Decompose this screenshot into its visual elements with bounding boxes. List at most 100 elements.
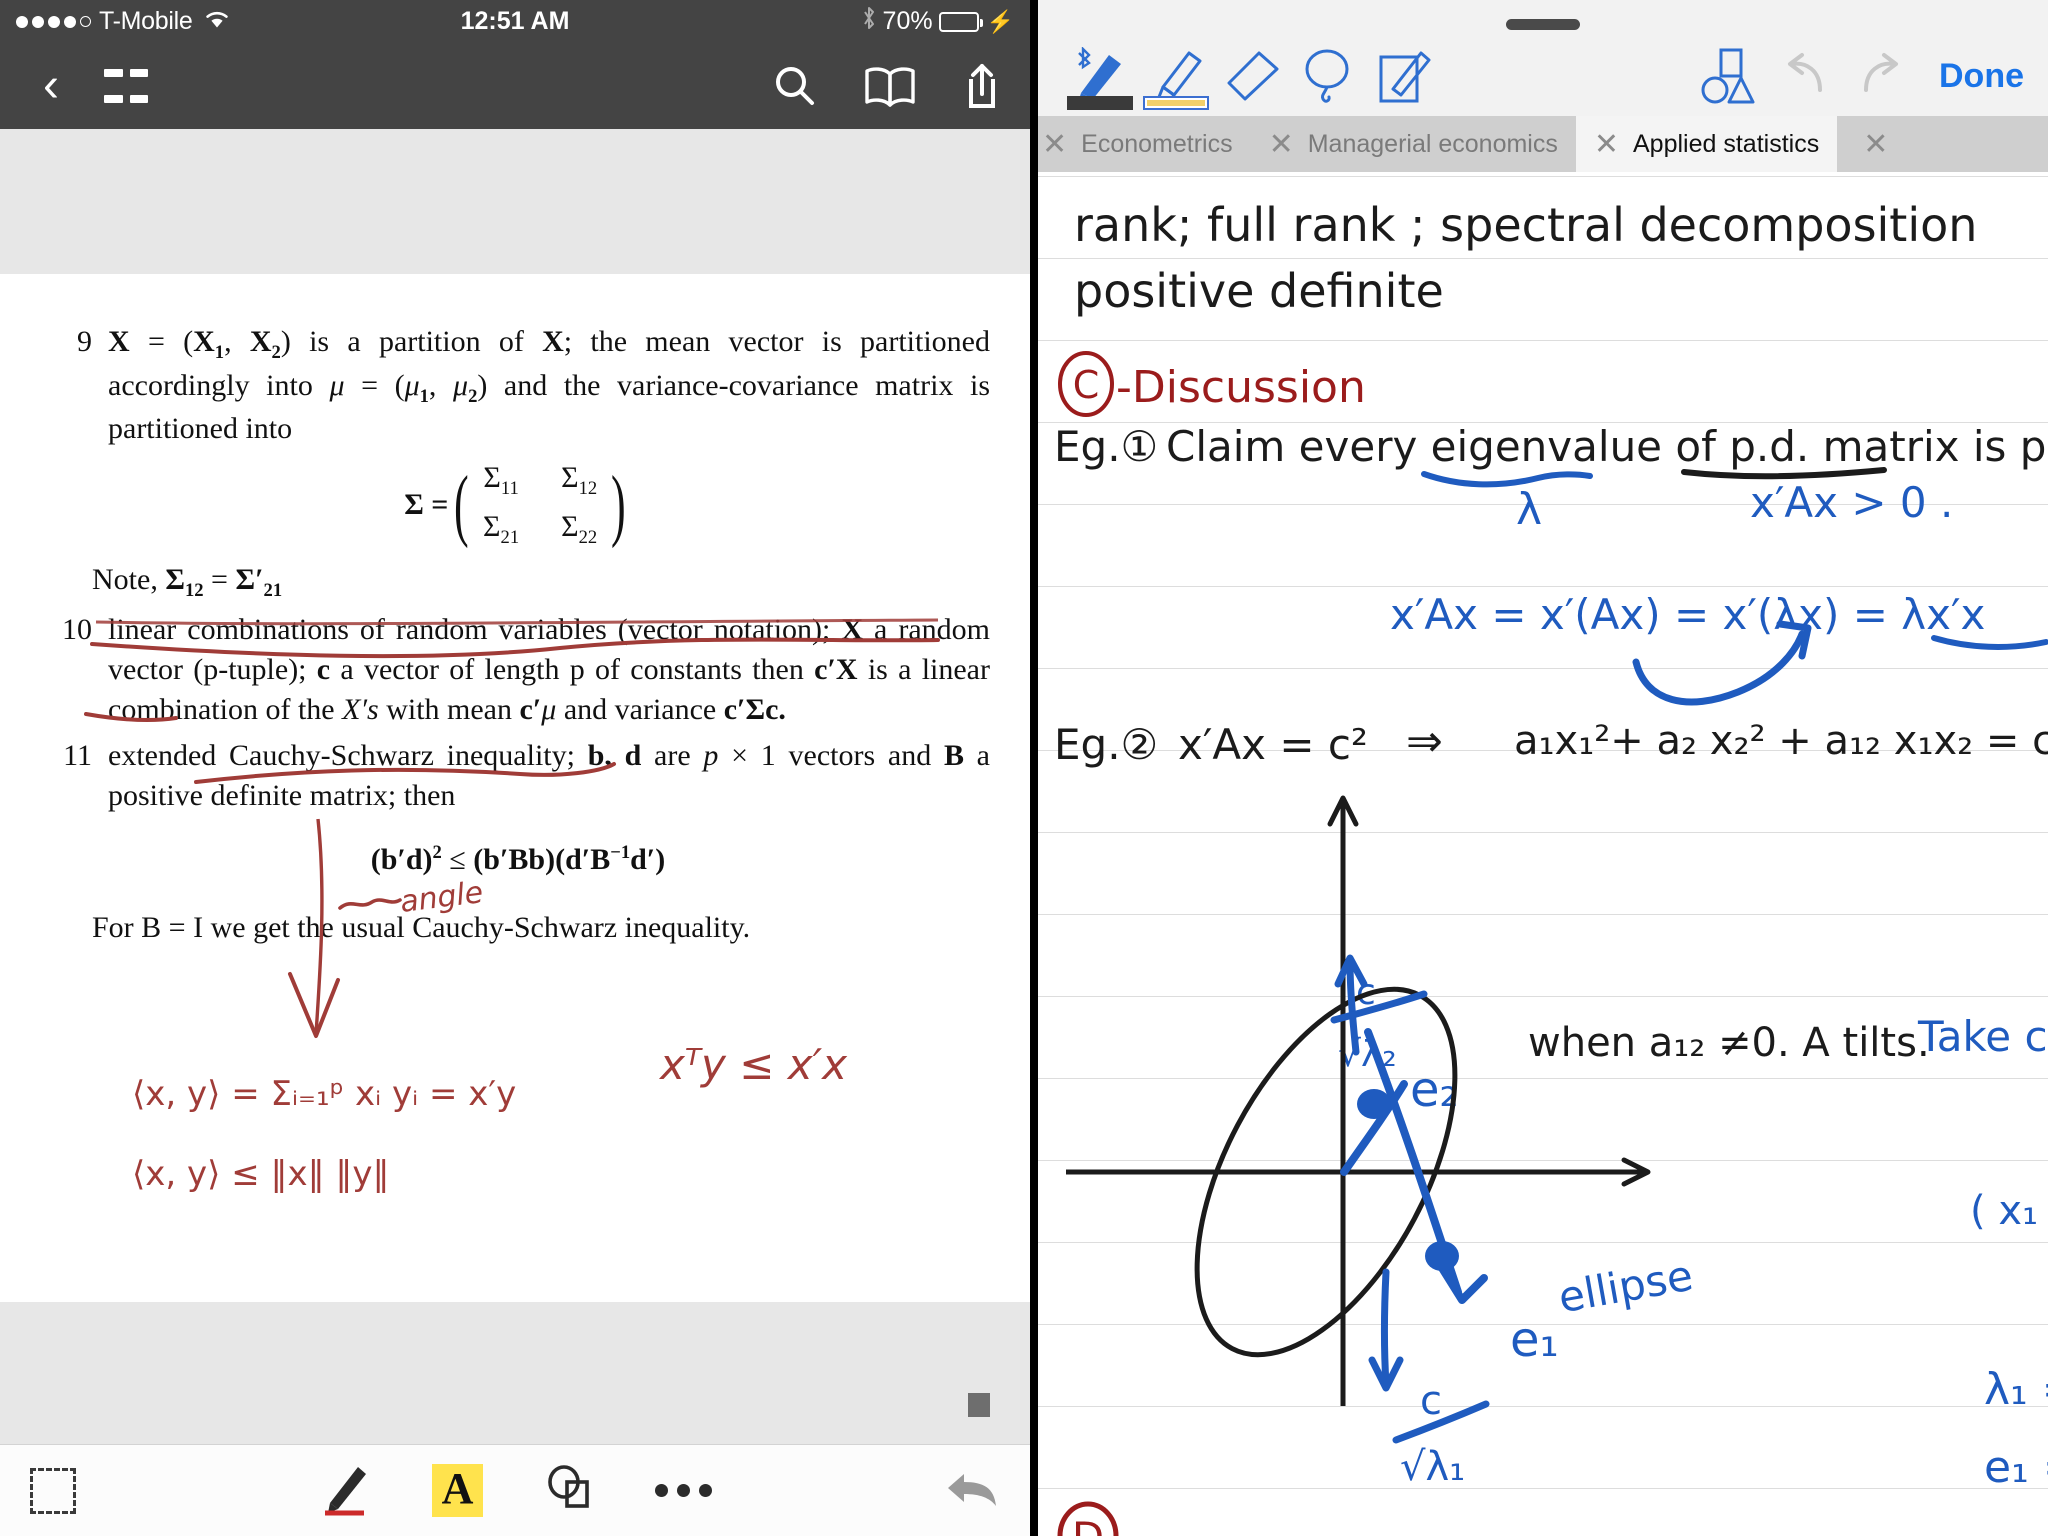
item-text: extended Cauchy-Schwarz inequality; b, d… xyxy=(108,739,990,812)
text-highlight-icon[interactable]: A xyxy=(431,1464,484,1517)
pdf-document-area[interactable]: 9 X = (X1, X2) is a partition of X; the … xyxy=(0,129,1030,1444)
svg-text:C: C xyxy=(1073,363,1100,407)
pdf-nav-bar: ‹ xyxy=(0,43,1030,129)
eg2-label: Eg.② xyxy=(1054,720,1159,769)
side-note-take-c: Take c xyxy=(1918,1012,2048,1061)
lightning-bolt-icon: ⚡ xyxy=(986,8,1014,34)
pen-color-swatch[interactable] xyxy=(1067,96,1133,110)
note-sigma-line: Note, Σ12 = Σ′21 xyxy=(92,563,283,602)
back-button[interactable]: ‹ xyxy=(28,62,74,110)
matrix-lhs: Σ = xyxy=(404,488,449,522)
eg1-pd-condition: x′Ax > 0 . xyxy=(1750,478,1954,527)
highlighter-color-swatch[interactable] xyxy=(1143,96,1209,110)
tab-applied-statistics[interactable]: ✕ Applied statistics xyxy=(1575,116,1838,172)
lambda1-value: λ₁ = 9 xyxy=(1984,1364,2048,1415)
diagram-label-ellipse: ellipse xyxy=(1554,1250,1697,1323)
item-text: linear combinations of random variables … xyxy=(108,613,990,727)
rule-line xyxy=(1038,1406,2048,1407)
pdf-page-content: 9 X = (X1, X2) is a partition of X; the … xyxy=(0,274,1030,1194)
note-tab-bar: ✕ Econometrics ✕ Managerial economics ✕ … xyxy=(1038,116,2048,172)
matrix-equation: Σ = ( Σ11 Σ12 Σ21 Σ22 ) xyxy=(46,461,990,549)
shapes-tool[interactable] xyxy=(1691,40,1767,112)
note-heading-rank: rank; full rank ; spectral decomposition xyxy=(1074,198,1978,252)
diagram-label-e2: e₂ xyxy=(1410,1062,1459,1118)
tab-close-trailing[interactable]: ✕ xyxy=(1837,116,1915,172)
item-number: 10 xyxy=(62,613,92,647)
rule-line xyxy=(1038,586,2048,587)
eraser-tool[interactable] xyxy=(1214,40,1290,112)
undo-icon[interactable] xyxy=(1767,40,1843,112)
pane-divider[interactable] xyxy=(1030,0,1038,1536)
note-canvas[interactable]: rank; full rank ; spectral decomposition… xyxy=(1038,172,2048,1536)
rule-line xyxy=(1038,996,2048,997)
drag-handle-bar[interactable] xyxy=(1038,0,2048,36)
thumbnails-grid-button[interactable] xyxy=(104,64,148,108)
drag-handle[interactable] xyxy=(1506,19,1580,30)
close-icon[interactable]: ✕ xyxy=(1863,127,1888,162)
bluetooth-icon xyxy=(861,5,877,38)
status-left: T-Mobile xyxy=(16,7,230,36)
pdf-page: 9 X = (X1, X2) is a partition of X; the … xyxy=(0,274,1030,1302)
scale-top-denominator: √λ₂ xyxy=(1338,1034,1397,1075)
annot-inner-product: ⟨x, y⟩ = Σᵢ₌₁ᵖ xᵢ yᵢ = x′y xyxy=(132,1074,517,1114)
ink-toolbar: Done xyxy=(1038,36,2048,116)
eg2-arrow: ⇒ xyxy=(1406,716,1443,767)
eg2-lhs: x′Ax = c² xyxy=(1178,720,1368,769)
eg1-label: Eg.① xyxy=(1054,422,1159,471)
battery-icon xyxy=(938,11,983,32)
wifi-icon xyxy=(204,7,230,36)
scale-top-numerator: c xyxy=(1356,972,1376,1013)
tab-label: Econometrics xyxy=(1081,129,1233,158)
highlighter-tool[interactable] xyxy=(1138,40,1214,112)
scale-bottom-numerator: c xyxy=(1420,1378,1442,1424)
eg2-rhs: a₁x₁²+ a₂ x₂² + a₁₂ x₁x₂ = c² xyxy=(1514,718,2048,764)
nav-actions xyxy=(772,62,1002,110)
section-marker-c: C xyxy=(1052,348,1124,425)
svg-text:D: D xyxy=(1072,1513,1104,1536)
scroll-position-handle[interactable] xyxy=(968,1393,990,1417)
close-icon[interactable]: ✕ xyxy=(1594,127,1619,162)
rule-line xyxy=(1038,1242,2048,1243)
search-icon[interactable] xyxy=(772,63,818,109)
lasso-tool[interactable] xyxy=(1290,40,1366,112)
item-number: 11 xyxy=(63,739,92,772)
closing-line: For B = I we get the usual Cauchy-Schwar… xyxy=(92,910,751,944)
note-heading-pd: positive definite xyxy=(1074,264,1444,318)
tab-econometrics[interactable]: ✕ Econometrics xyxy=(1038,116,1251,172)
done-button[interactable]: Done xyxy=(1919,57,2024,96)
rule-line xyxy=(1038,1160,2048,1161)
more-ellipsis-icon[interactable] xyxy=(655,1484,713,1497)
list-item: 10 linear combinations of random variabl… xyxy=(46,610,990,730)
cauchy-equation: (b′d)2 ≤ (b′Bb)(d′B−1d′) xyxy=(370,841,666,876)
rule-line xyxy=(1038,340,2048,341)
rule-line xyxy=(1038,1488,2048,1489)
annot-xty: xᵀy ≤ x′x xyxy=(660,1040,848,1089)
diagram-label-e1: e₁ xyxy=(1510,1312,1559,1368)
close-icon[interactable]: ✕ xyxy=(1269,127,1294,162)
side-note-tilt: when a₁₂ ≠0. A tilts. xyxy=(1528,1020,1930,1066)
book-icon[interactable] xyxy=(862,63,918,109)
matrix-cells: Σ11 Σ12 Σ21 Σ22 xyxy=(483,461,598,549)
rule-line xyxy=(1038,1078,2048,1079)
list-item: 11 extended Cauchy-Schwarz inequality; b… xyxy=(46,736,990,816)
tab-label: Applied statistics xyxy=(1633,129,1820,158)
pen-tool[interactable] xyxy=(1062,40,1138,112)
pen-icon[interactable] xyxy=(318,1459,372,1522)
carrier-label: T-Mobile xyxy=(99,7,193,35)
eg1-derivation: x′Ax = x′(Ax) = x′(λx) = λx′x xyxy=(1390,590,1986,639)
list-item: 9 X = (X1, X2) is a partition of X; the … xyxy=(46,322,990,449)
text-box-tool[interactable] xyxy=(1366,40,1442,112)
redo-icon[interactable] xyxy=(1843,40,1919,112)
tab-managerial-economics[interactable]: ✕ Managerial economics xyxy=(1250,116,1576,172)
share-upload-icon[interactable] xyxy=(962,62,1002,110)
undo-arrow-icon[interactable] xyxy=(944,1464,1000,1517)
scale-bottom-denominator: √λ₁ xyxy=(1400,1444,1466,1490)
left-paren: ( xyxy=(454,460,470,549)
rule-line xyxy=(1038,258,2048,259)
tab-label: Managerial economics xyxy=(1307,129,1558,158)
item-text: X = (X1, X2) is a partition of X; the me… xyxy=(108,325,990,446)
ios-status-bar: T-Mobile 12:51 AM 70% ⚡ xyxy=(0,0,1030,43)
shape-icon[interactable] xyxy=(543,1462,595,1519)
pdf-reader-pane: T-Mobile 12:51 AM 70% ⚡ ‹ 9 X = (X1, X2)… xyxy=(0,0,1030,1536)
close-icon[interactable]: ✕ xyxy=(1042,127,1067,162)
